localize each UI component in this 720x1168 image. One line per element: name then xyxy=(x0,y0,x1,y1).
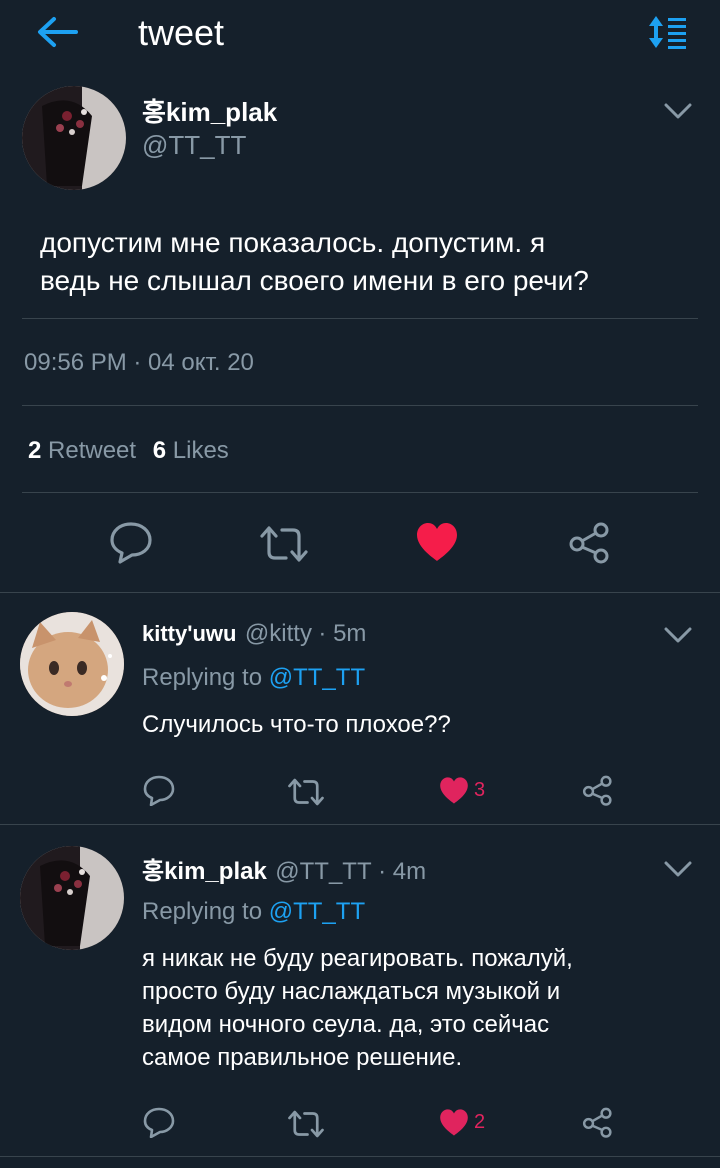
tweet-text-line: допустим мне показалось. допустим. я xyxy=(40,227,546,258)
heart-icon xyxy=(440,777,468,804)
author-display-name[interactable]: 홍kim_plak xyxy=(142,92,277,129)
share-button[interactable] xyxy=(582,774,614,811)
tweet-text: допустим мне показалось. допустим. я вед… xyxy=(40,224,700,300)
reply-button[interactable] xyxy=(142,774,176,811)
share-icon xyxy=(582,775,612,806)
reply-text-line: просто буду наслаждаться музыкой и xyxy=(142,978,561,1005)
tweet-timestamp: 09:56 PM · 04 окт. 20 xyxy=(24,349,254,376)
share-icon xyxy=(569,522,609,564)
reply-text-line: самое правильное решение. xyxy=(142,1044,463,1071)
divider xyxy=(0,1156,720,1157)
like-count: 3 xyxy=(474,779,486,801)
bouquet-image xyxy=(22,86,126,190)
reply-header: 홍kim_plak @TT_TT · 4m xyxy=(142,851,426,886)
chevron-down-icon xyxy=(664,627,692,643)
retweet-button[interactable] xyxy=(286,1109,326,1144)
share-button[interactable] xyxy=(582,1106,614,1143)
reply-menu-button[interactable] xyxy=(664,860,692,878)
likes-count: 6 xyxy=(152,437,167,464)
reply-text-line: я никак не буду реагировать. пожалуй, xyxy=(142,945,573,972)
reply-button[interactable] xyxy=(108,520,154,569)
tweet-menu-button[interactable] xyxy=(664,102,692,120)
share-icon xyxy=(582,1107,612,1138)
reply-display-name[interactable]: kitty'uwu xyxy=(142,621,236,646)
engagement-stats: 2 Retweet 6 Likes xyxy=(28,437,229,465)
retweet-count: 2 xyxy=(28,437,42,464)
heart-icon xyxy=(440,1109,468,1136)
sort-icon xyxy=(649,16,686,49)
reply-handle[interactable]: @TT_TT xyxy=(275,858,371,885)
chevron-down-icon xyxy=(664,103,692,119)
divider xyxy=(22,405,698,406)
reply-text: я никак не буду реагировать. пожалуй, пр… xyxy=(142,942,702,1074)
replying-to-label: Replying to xyxy=(142,898,263,925)
back-button[interactable] xyxy=(34,12,80,52)
like-button[interactable] xyxy=(414,521,460,568)
likes-label: Likes xyxy=(172,437,229,464)
share-button[interactable] xyxy=(568,520,612,569)
retweet-stat[interactable]: 2 Retweet xyxy=(28,437,143,464)
reply-text: Случилось что-то плохое?? xyxy=(142,708,451,741)
replying-to: Replying to @TT_TT xyxy=(142,898,365,926)
page-title: tweet xyxy=(138,12,225,53)
sort-button[interactable] xyxy=(646,14,690,50)
replying-to-link[interactable]: @TT_TT xyxy=(269,898,365,925)
reply-button[interactable] xyxy=(142,1106,176,1143)
avatar[interactable] xyxy=(20,612,124,716)
cat-image xyxy=(20,612,124,716)
reply-icon xyxy=(143,775,175,807)
reply-header: kitty'uwu @kitty · 5m xyxy=(142,620,366,648)
chevron-down-icon xyxy=(664,861,692,877)
reply-menu-button[interactable] xyxy=(664,626,692,644)
reply-display-name[interactable]: 홍kim_plak xyxy=(142,858,267,885)
reply-icon xyxy=(110,522,152,564)
divider xyxy=(22,318,698,319)
replying-to-link[interactable]: @TT_TT xyxy=(269,664,365,691)
heart-icon xyxy=(417,523,457,561)
divider xyxy=(0,824,720,825)
reply-text-line: видом ночного сеула. да, это сейчас xyxy=(142,1011,550,1038)
top-bar: tweet xyxy=(0,0,720,66)
bouquet-image xyxy=(20,846,124,950)
tweet-text-line: ведь не слышал своего имени в его речи? xyxy=(40,265,589,296)
reply-handle[interactable]: @kitty xyxy=(245,620,312,647)
back-arrow-icon xyxy=(38,17,78,47)
avatar[interactable] xyxy=(22,86,126,190)
retweet-label: Retweet xyxy=(48,437,137,464)
divider xyxy=(0,592,720,593)
like-count: 2 xyxy=(474,1111,486,1133)
retweet-icon xyxy=(288,1110,324,1138)
retweet-button[interactable] xyxy=(286,777,326,812)
like-button[interactable]: 3 xyxy=(438,776,485,805)
avatar[interactable] xyxy=(20,846,124,950)
reply-time: · 5m xyxy=(318,620,367,647)
divider xyxy=(22,492,698,493)
replying-to: Replying to @TT_TT xyxy=(142,664,365,692)
retweet-icon xyxy=(288,778,324,806)
reply-icon xyxy=(143,1107,175,1139)
retweet-icon xyxy=(260,526,308,562)
reply-time: · 4m xyxy=(378,858,427,885)
reply-text-line: Случилось что-то плохое?? xyxy=(142,711,451,738)
likes-stat[interactable]: 6 Likes xyxy=(153,437,229,464)
author-handle[interactable]: @TT_TT xyxy=(142,130,246,161)
retweet-button[interactable] xyxy=(258,524,310,569)
replying-to-label: Replying to xyxy=(142,664,263,691)
like-button[interactable]: 2 xyxy=(438,1108,485,1137)
